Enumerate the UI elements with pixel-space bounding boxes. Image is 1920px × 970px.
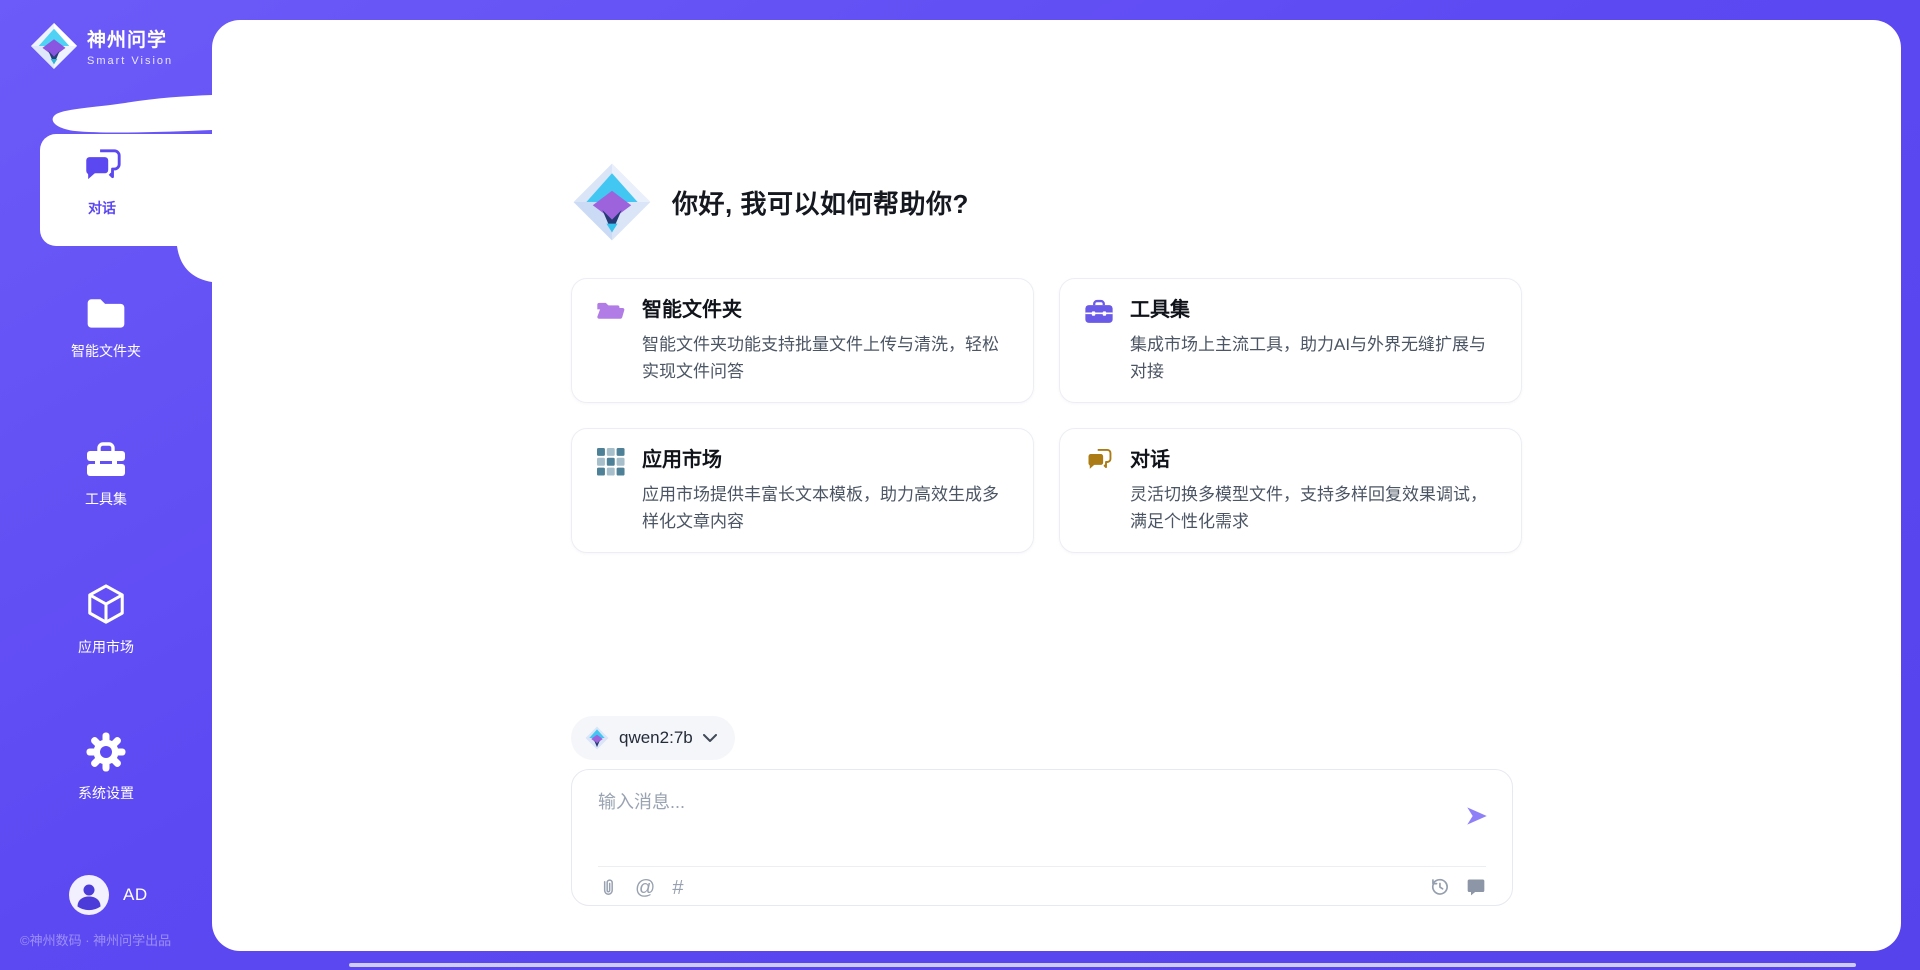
copyright-text: ©神州数码 · 神州问学出品: [20, 930, 220, 949]
sidebar-item-settings[interactable]: 系统设置: [0, 730, 212, 803]
model-name: qwen2:7b: [619, 728, 693, 748]
card-smart-folder[interactable]: 智能文件夹 智能文件夹功能支持批量文件上传与清洗，轻松实现文件问答: [571, 278, 1034, 403]
card-app-market[interactable]: 应用市场 应用市场提供丰富长文本模板，助力高效生成多样化文章内容: [571, 428, 1034, 553]
cube-icon: [85, 582, 127, 628]
sidebar-item-app-market[interactable]: 应用市场: [0, 582, 212, 657]
sidebar-item-label: 应用市场: [78, 637, 134, 657]
brand-diamond-icon: [30, 22, 78, 70]
card-title: 智能文件夹: [642, 295, 1007, 325]
card-title: 对话: [1130, 445, 1495, 475]
card-description: 集成市场上主流工具，助力AI与外界无缝扩展与对接: [1130, 331, 1495, 385]
attach-icon[interactable]: [598, 876, 618, 900]
send-icon[interactable]: [1464, 803, 1490, 829]
message-composer: @ #: [571, 769, 1513, 906]
sidebar-item-smart-folder[interactable]: 智能文件夹: [0, 294, 212, 361]
sidebar-item-label: 系统设置: [78, 783, 134, 803]
greeting-block: 你好, 我可以如何帮助你?: [572, 162, 969, 242]
brand-name: 神州问学: [87, 25, 173, 52]
brand-subtitle: Smart Vision: [87, 55, 173, 67]
card-title: 工具集: [1130, 295, 1495, 325]
message-input[interactable]: [598, 788, 1418, 846]
topic-icon[interactable]: #: [672, 877, 683, 899]
card-toolbox[interactable]: 工具集 集成市场上主流工具，助力AI与外界无缝扩展与对接: [1059, 278, 1522, 403]
greeting-title: 你好, 我可以如何帮助你?: [672, 184, 969, 221]
app-window: { "app": { "name": "神州问学", "subtitle": "…: [0, 0, 1920, 970]
card-description: 灵活切换多模型文件，支持多样回复效果调试，满足个性化需求: [1130, 481, 1495, 535]
card-chat[interactable]: 对话 灵活切换多模型文件，支持多样回复效果调试，满足个性化需求: [1059, 428, 1522, 553]
sidebar-item-label: 智能文件夹: [71, 341, 141, 361]
sidebar-item-label: 工具集: [85, 489, 127, 509]
card-description: 应用市场提供丰富长文本模板，助力高效生成多样化文章内容: [642, 481, 1007, 535]
avatar-person-icon: [69, 875, 109, 915]
toolbox-icon: [84, 440, 128, 480]
feedback-chat-icon[interactable]: [1466, 877, 1486, 897]
card-title: 应用市场: [642, 445, 1007, 475]
quick-cards: 智能文件夹 智能文件夹功能支持批量文件上传与清洗，轻松实现文件问答 工具集 集成…: [571, 278, 1522, 553]
user-account[interactable]: AD: [69, 875, 148, 915]
model-logo-icon: [585, 726, 609, 750]
assistant-logo-icon: [572, 162, 652, 242]
chevron-down-icon: [703, 734, 717, 742]
history-icon[interactable]: [1429, 876, 1450, 897]
gear-icon: [84, 730, 128, 774]
grid-icon: [596, 448, 626, 476]
brand-logo: 神州问学 Smart Vision: [30, 22, 173, 70]
folder-icon: [84, 294, 128, 332]
model-selector[interactable]: qwen2:7b: [571, 716, 735, 760]
sidebar: 神州问学 Smart Vision 对话 智能文件夹 工具集: [0, 0, 212, 970]
folder-open-icon: [596, 298, 626, 322]
briefcase-icon: [1084, 298, 1114, 326]
sidebar-item-toolbox[interactable]: 工具集: [0, 440, 212, 509]
sidebar-item-label: 对话: [88, 198, 116, 218]
sidebar-item-chat[interactable]: 对话: [40, 148, 164, 218]
main-panel: 你好, 我可以如何帮助你? 智能文件夹 智能文件夹功能支持批量文件上传与清洗，轻…: [212, 20, 1901, 951]
chat-icon: [80, 148, 124, 190]
window-bottom-edge: [349, 963, 1856, 967]
user-name: AD: [123, 885, 148, 905]
composer-divider: [598, 866, 1486, 867]
mention-icon[interactable]: @: [635, 877, 655, 899]
card-description: 智能文件夹功能支持批量文件上传与清洗，轻松实现文件问答: [642, 331, 1007, 385]
chat-icon: [1084, 448, 1114, 476]
